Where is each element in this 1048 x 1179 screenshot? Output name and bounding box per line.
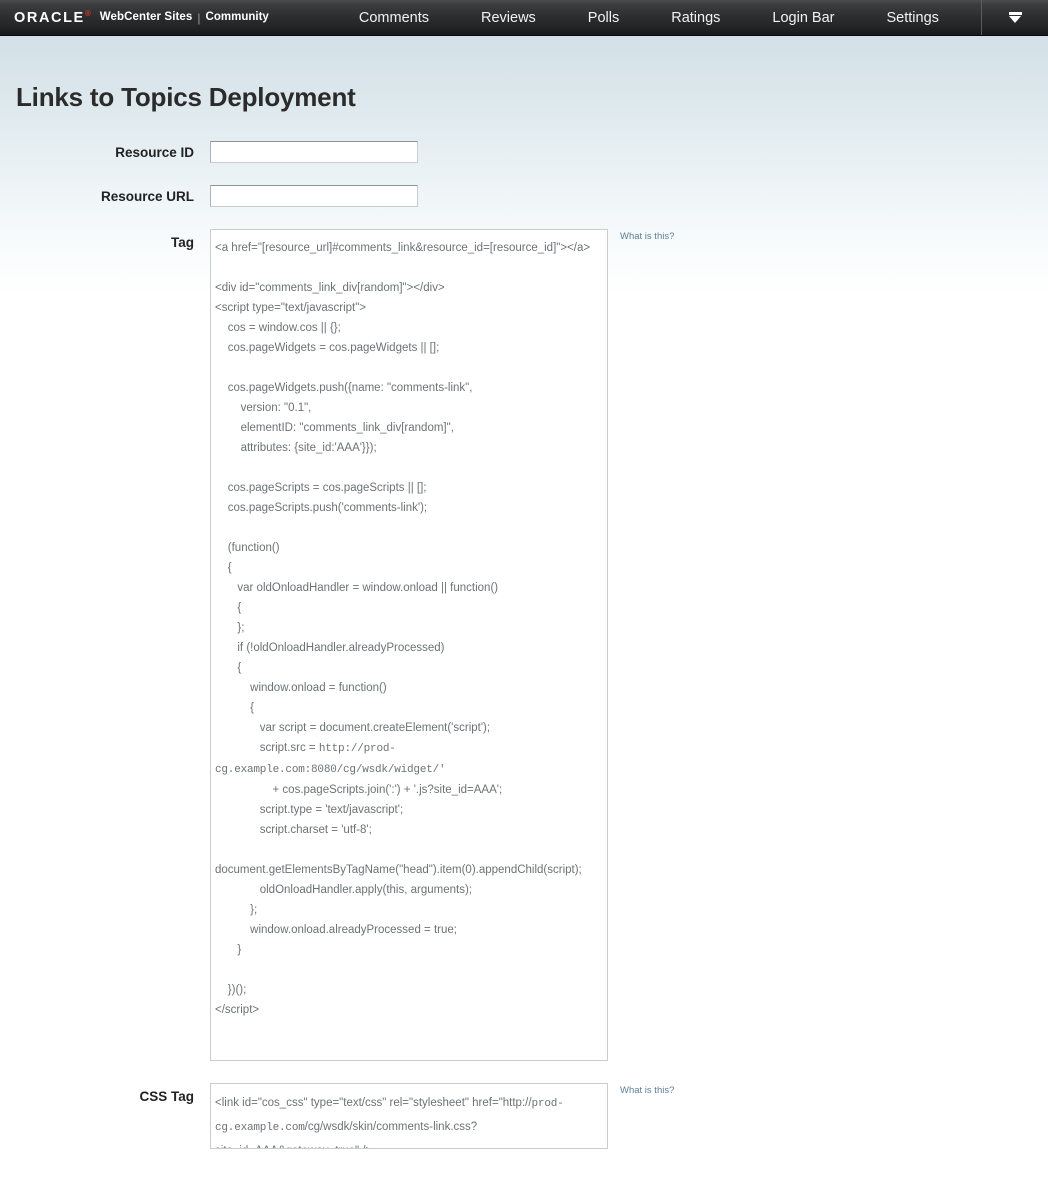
css-tag-code-part1: <link id="cos_css" type="text/css" rel="… xyxy=(215,1097,532,1109)
css-tag-label: CSS Tag xyxy=(139,1089,194,1104)
chevron-down-icon xyxy=(1008,12,1023,23)
tag-code-part1: <a href="[resource_url]#comments_link&re… xyxy=(215,242,591,754)
main-navigation: Comments Reviews Polls Ratings Login Bar… xyxy=(317,0,981,35)
form-row-tag: Tag <a href="[resource_url]#comments_lin… xyxy=(0,229,1048,1061)
tag-code-textarea[interactable]: <a href="[resource_url]#comments_link&re… xyxy=(210,229,608,1061)
form-row-resource-id: Resource ID xyxy=(0,141,1048,163)
deployment-form: Resource ID Resource URL Tag <a href="[r… xyxy=(0,141,1048,1149)
page-content: Links to Topics Deployment Resource ID R… xyxy=(0,36,1048,1149)
top-navigation-bar: ORACLE® WebCenter Sites | Community Comm… xyxy=(0,0,1048,36)
chevron-down-icon-triangle xyxy=(1009,16,1021,23)
brand-product-name: WebCenter Sites xyxy=(99,10,193,23)
oracle-logo-text: ORACLE xyxy=(14,9,85,26)
tag-label: Tag xyxy=(171,235,194,250)
tag-field-group: <a href="[resource_url]#comments_link&re… xyxy=(210,229,674,1061)
registered-trademark-icon: ® xyxy=(84,8,91,18)
form-row-css-tag: CSS Tag <link id="cos_css" type="text/cs… xyxy=(0,1083,1048,1149)
nav-item-polls[interactable]: Polls xyxy=(562,0,645,35)
css-tag-field-group: <link id="cos_css" type="text/css" rel="… xyxy=(210,1083,674,1149)
nav-item-settings[interactable]: Settings xyxy=(860,0,964,35)
css-tag-help-link[interactable]: What is this? xyxy=(620,1083,674,1096)
nav-item-login-bar[interactable]: Login Bar xyxy=(746,0,860,35)
resource-url-label: Resource URL xyxy=(100,189,194,204)
page-title: Links to Topics Deployment xyxy=(16,82,356,112)
brand-suite-name: Community xyxy=(205,10,269,23)
nav-menu-toggle[interactable] xyxy=(981,0,1048,35)
nav-item-comments[interactable]: Comments xyxy=(333,0,455,35)
resource-id-label: Resource ID xyxy=(115,145,194,160)
oracle-logo: ORACLE® xyxy=(14,8,91,26)
resource-id-input[interactable] xyxy=(210,141,418,163)
form-row-resource-url: Resource URL xyxy=(0,185,1048,207)
nav-item-ratings[interactable]: Ratings xyxy=(645,0,746,35)
nav-item-reviews[interactable]: Reviews xyxy=(455,0,562,35)
resource-url-input[interactable] xyxy=(210,185,418,207)
chevron-down-icon-bar xyxy=(1008,12,1022,15)
css-tag-code-textarea[interactable]: <link id="cos_css" type="text/css" rel="… xyxy=(210,1083,608,1149)
brand-area: ORACLE® WebCenter Sites | Community xyxy=(0,0,269,35)
tag-code-part2: + cos.pageScripts.join(':') + '.js?site_… xyxy=(215,784,582,1016)
brand-separator: | xyxy=(197,10,201,25)
tag-help-link[interactable]: What is this? xyxy=(620,229,674,242)
